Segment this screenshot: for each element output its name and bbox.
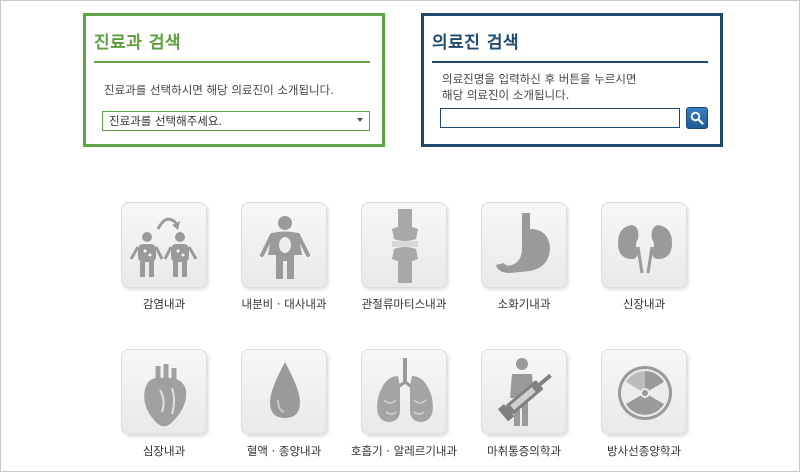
dept-tile-anesthesiology[interactable] bbox=[481, 349, 567, 435]
dept-search-description: 진료과를 선택하시면 해당 의료진이 소개됩니다. bbox=[104, 83, 334, 97]
dept-search-panel: 진료과 검색 진료과를 선택하시면 해당 의료진이 소개됩니다. 진료과를 선택… bbox=[83, 13, 385, 147]
syringe-icon bbox=[497, 358, 552, 426]
knee-joint-icon bbox=[392, 209, 418, 283]
dept-search-divider bbox=[94, 61, 370, 63]
dept-label[interactable]: 방사선종양학과 bbox=[574, 443, 714, 459]
dept-label[interactable]: 관절류마티스내과 bbox=[334, 296, 474, 312]
search-icon bbox=[690, 111, 704, 125]
chevron-down-icon bbox=[357, 118, 363, 122]
page-frame: 진료과 검색 진료과를 선택하시면 해당 의료진이 소개됩니다. 진료과를 선택… bbox=[0, 0, 800, 472]
doctor-search-description: 의료진명을 입력하신 후 버튼을 누르시면 해당 의료진이 소개됩니다. bbox=[442, 71, 636, 103]
doctor-search-description-line2: 해당 의료진이 소개됩니다. bbox=[442, 88, 570, 102]
dept-tile-rheumatology[interactable] bbox=[361, 202, 447, 288]
lungs-icon bbox=[377, 358, 433, 422]
dept-select[interactable]: 진료과를 선택해주세요. bbox=[102, 111, 370, 131]
dept-label[interactable]: 혈액 · 종양내과 bbox=[214, 443, 354, 459]
doctor-search-divider bbox=[432, 61, 708, 63]
dept-tile-endocrine[interactable] bbox=[241, 202, 327, 288]
doctor-search-title: 의료진 검색 bbox=[432, 33, 520, 53]
infection-people-icon bbox=[129, 217, 198, 277]
blood-drop-icon bbox=[270, 362, 300, 418]
radiation-icon bbox=[618, 366, 672, 420]
body-organ-icon bbox=[260, 216, 310, 279]
dept-label[interactable]: 심장내과 bbox=[94, 443, 234, 459]
doctor-search-button[interactable] bbox=[686, 107, 708, 129]
stomach-icon bbox=[496, 213, 550, 273]
dept-tile-pulmonology[interactable] bbox=[361, 349, 447, 435]
dept-tile-radiation-oncology[interactable] bbox=[601, 349, 687, 435]
doctor-search-description-line1: 의료진명을 입력하신 후 버튼을 누르시면 bbox=[442, 72, 637, 86]
dept-label[interactable]: 마취통증의학과 bbox=[454, 443, 594, 459]
doctor-name-input[interactable] bbox=[440, 108, 680, 128]
dept-tile-infection[interactable] bbox=[121, 202, 207, 288]
dept-tile-hematology[interactable] bbox=[241, 349, 327, 435]
dept-select-value: 진료과를 선택해주세요. bbox=[109, 114, 223, 128]
dept-tile-nephrology[interactable] bbox=[601, 202, 687, 288]
dept-label[interactable]: 신장내과 bbox=[574, 296, 714, 312]
dept-label[interactable]: 감염내과 bbox=[94, 296, 234, 312]
dept-tile-gastro[interactable] bbox=[481, 202, 567, 288]
dept-search-title: 진료과 검색 bbox=[94, 33, 182, 53]
doctor-search-panel: 의료진 검색 의료진명을 입력하신 후 버튼을 누르시면 해당 의료진이 소개됩… bbox=[421, 13, 723, 147]
dept-label[interactable]: 호흡기 · 알레르기내과 bbox=[334, 443, 474, 459]
dept-label[interactable]: 내분비 · 대사내과 bbox=[214, 296, 354, 312]
dept-label[interactable]: 소화기내과 bbox=[454, 296, 594, 312]
kidney-icon bbox=[618, 225, 672, 274]
heart-icon bbox=[144, 364, 187, 427]
dept-tile-cardiology[interactable] bbox=[121, 349, 207, 435]
